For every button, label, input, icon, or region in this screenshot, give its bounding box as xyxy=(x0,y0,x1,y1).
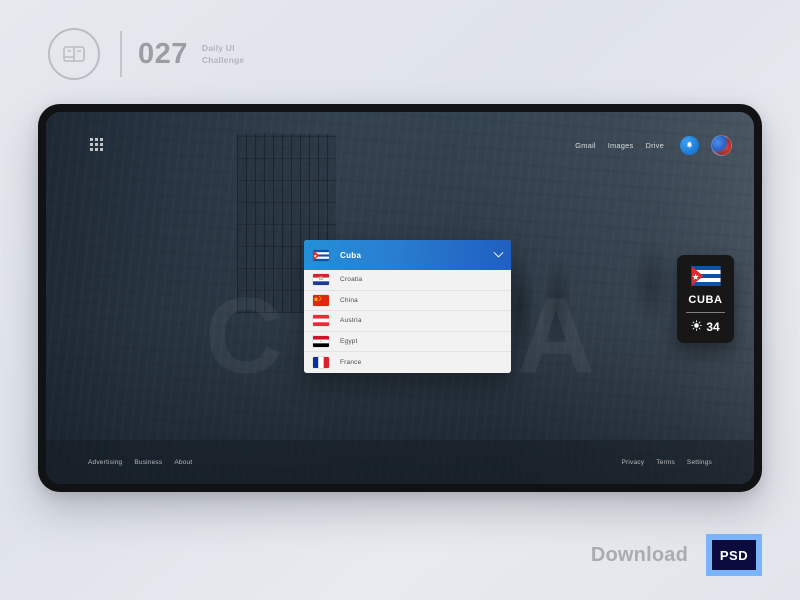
flag-austria-icon xyxy=(313,315,329,327)
challenge-subtitle: Daily UI Challenge xyxy=(202,42,244,67)
dropdown-option-egypt[interactable]: Egypt xyxy=(304,331,511,352)
footer-link-advertising[interactable]: Advertising xyxy=(88,459,122,466)
footer-link-about[interactable]: About xyxy=(174,459,192,466)
weather-country-name: CUBA xyxy=(688,294,723,306)
weather-card[interactable]: CUBA 34 xyxy=(677,255,734,343)
weather-divider xyxy=(686,312,725,313)
download-label: Download xyxy=(590,543,688,566)
challenge-subtitle-line1: Daily UI xyxy=(201,42,235,53)
chevron-down-icon[interactable] xyxy=(493,247,504,258)
footer-link-terms[interactable]: Terms xyxy=(656,459,675,466)
footer-link-privacy[interactable]: Privacy xyxy=(621,459,644,466)
dropdown-selected-row[interactable]: Cuba xyxy=(304,240,511,270)
dropdown-option-label: Austria xyxy=(340,317,362,325)
weather-temperature-value: 34 xyxy=(706,320,720,334)
tablet-screen: CUBA Gmail Images Drive xyxy=(46,112,754,484)
top-navigation: Gmail Images Drive xyxy=(575,135,732,156)
download-psd-button[interactable]: PSD xyxy=(706,534,762,576)
screen-footer: Advertising Business About Privacy Terms… xyxy=(46,440,754,484)
country-dropdown[interactable]: Cuba Croatia China Austria Egypt France xyxy=(304,240,511,373)
footer-link-settings[interactable]: Settings xyxy=(687,459,712,466)
dropdown-option-austria[interactable]: Austria xyxy=(304,311,511,332)
footer-links-right: Privacy Terms Settings xyxy=(621,459,712,466)
footer-link-business[interactable]: Business xyxy=(134,459,162,466)
flag-cuba-icon xyxy=(690,266,721,286)
download-psd-label: PSD xyxy=(712,540,756,570)
tablet-device-frame: CUBA Gmail Images Drive xyxy=(38,104,762,492)
download-section: Download PSD xyxy=(591,534,762,576)
flag-croatia-icon xyxy=(313,274,329,286)
topnav-link-drive[interactable]: Drive xyxy=(645,141,664,150)
dailyui-circle-logo-icon xyxy=(48,28,100,80)
dropdown-selected-label: Cuba xyxy=(340,250,362,260)
dropdown-option-croatia[interactable]: Croatia xyxy=(304,270,511,291)
brand-header: 027 Daily UI Challenge xyxy=(48,26,244,82)
footer-links-left: Advertising Business About xyxy=(88,459,192,466)
flag-egypt-icon xyxy=(313,335,329,347)
challenge-number: 027 xyxy=(138,37,188,70)
topnav-link-images[interactable]: Images xyxy=(608,141,634,150)
dropdown-option-label: France xyxy=(340,358,362,366)
flag-china-icon xyxy=(313,294,329,306)
dropdown-option-label: China xyxy=(340,296,358,304)
weather-temperature-row: 34 xyxy=(691,318,720,336)
user-avatar[interactable] xyxy=(711,135,732,156)
dropdown-option-label: Croatia xyxy=(340,276,363,284)
sun-icon xyxy=(691,318,703,336)
flag-cuba-icon xyxy=(313,249,329,261)
dropdown-option-label: Egypt xyxy=(340,337,358,345)
flag-france-icon xyxy=(313,356,329,368)
notification-bell-icon[interactable] xyxy=(680,136,699,155)
dropdown-option-china[interactable]: China xyxy=(304,290,511,311)
challenge-subtitle-line2: Challenge xyxy=(201,55,245,65)
brand-divider xyxy=(120,31,122,77)
topnav-link-gmail[interactable]: Gmail xyxy=(575,141,596,150)
apps-grid-icon[interactable] xyxy=(90,138,103,151)
dropdown-option-france[interactable]: France xyxy=(304,352,511,373)
